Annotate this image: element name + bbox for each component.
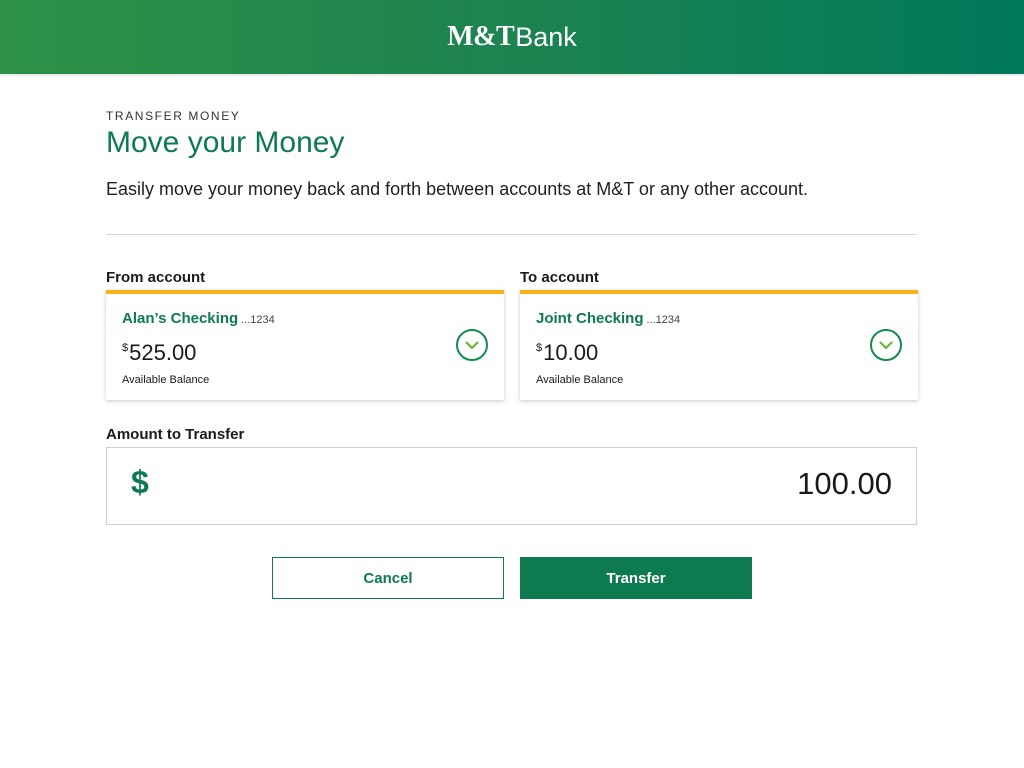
from-balance-value: 525.00: [129, 340, 197, 365]
cancel-button[interactable]: Cancel: [272, 557, 504, 599]
page-eyebrow: TRANSFER MONEY: [106, 109, 241, 123]
to-account-name: Joint Checking: [536, 310, 644, 327]
to-account-number: ...1234: [646, 314, 681, 326]
to-account-balance: $10.00: [536, 340, 598, 366]
chevron-down-icon: [465, 340, 479, 349]
mt-bank-logo[interactable]: M&T Bank: [0, 0, 1024, 74]
chevron-down-icon: [879, 340, 893, 349]
logo-wordmark: Bank: [515, 21, 577, 52]
page-subtitle: Easily move your money back and forth be…: [106, 179, 809, 199]
amount-field[interactable]: $: [106, 447, 917, 525]
logo-mark: M&T: [447, 21, 515, 52]
amount-input[interactable]: [392, 462, 892, 506]
from-account-balance: $525.00: [122, 340, 196, 366]
divider: [106, 234, 917, 235]
from-account-name: Alan’s Checking: [122, 310, 239, 327]
from-account-selector[interactable]: Alan’s Checking ...1234 $525.00 Available…: [106, 290, 504, 400]
to-account-selector[interactable]: Joint Checking ...1234 $10.00 Available B…: [520, 290, 918, 400]
to-balance-value: 10.00: [543, 340, 599, 365]
to-currency-symbol: $: [536, 342, 543, 354]
from-account-name-row: Alan’s Checking ...1234: [122, 310, 275, 327]
from-account-dropdown-toggle[interactable]: [456, 329, 488, 361]
from-account-number: ...1234: [241, 314, 275, 326]
to-account-dropdown-toggle[interactable]: [870, 329, 902, 361]
transfer-button[interactable]: Transfer: [520, 557, 752, 599]
dollar-sign-icon: $: [131, 464, 149, 500]
to-account-name-row: Joint Checking ...1234: [536, 310, 680, 327]
to-account-label: To account: [520, 269, 599, 286]
to-available-balance-label: Available Balance: [536, 374, 624, 386]
from-available-balance-label: Available Balance: [122, 374, 210, 386]
amount-label: Amount to Transfer: [106, 426, 245, 443]
from-account-label: From account: [106, 269, 206, 286]
page-title: Move your Money: [106, 126, 345, 159]
app-header: M&T Bank: [0, 0, 1024, 74]
from-currency-symbol: $: [122, 342, 129, 354]
